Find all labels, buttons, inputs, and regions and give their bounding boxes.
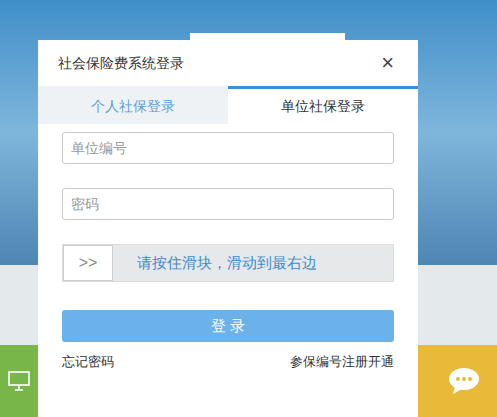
monitor-icon [7, 370, 31, 392]
login-field[interactable] [62, 132, 394, 164]
chat-icon [447, 366, 481, 396]
slider-track: >>请按住滑块，滑动到最右边 [62, 244, 394, 282]
login-form: >>请按住滑块，滑动到最右边登 录忘记密码 参保编号注册开通 [38, 124, 418, 372]
close-button[interactable]: × [381, 52, 398, 74]
slider-hint: 请按住滑块，滑动到最右边 [113, 245, 393, 281]
login-button[interactable]: 登 录 [62, 310, 394, 342]
login-dialog: 社会保险费系统登录×个人社保登录单位社保登录>>请按住滑块，滑动到最右边登 录忘… [38, 40, 418, 417]
tab[interactable]: 个人社保登录 [38, 86, 228, 124]
login-page: 社会保险费系统登录×个人社保登录单位社保登录>>请按住滑块，滑动到最右边登 录忘… [0, 0, 497, 417]
slider-handle[interactable]: >> [63, 245, 113, 281]
right-tile[interactable] [418, 345, 497, 417]
link-row: 忘记密码 参保编号注册开通 [62, 352, 394, 372]
tab-bar: 个人社保登录单位社保登录 [38, 86, 418, 124]
left-tile[interactable] [0, 345, 38, 417]
link[interactable]: 忘记密码 [62, 352, 114, 372]
login-field[interactable] [62, 188, 394, 220]
dialog-header: 社会保险费系统登录 × [38, 40, 418, 86]
link[interactable]: 参保编号注册开通 [290, 352, 394, 372]
tab[interactable]: 单位社保登录 [228, 86, 418, 124]
dialog-title: 社会保险费系统登录 [58, 53, 184, 74]
